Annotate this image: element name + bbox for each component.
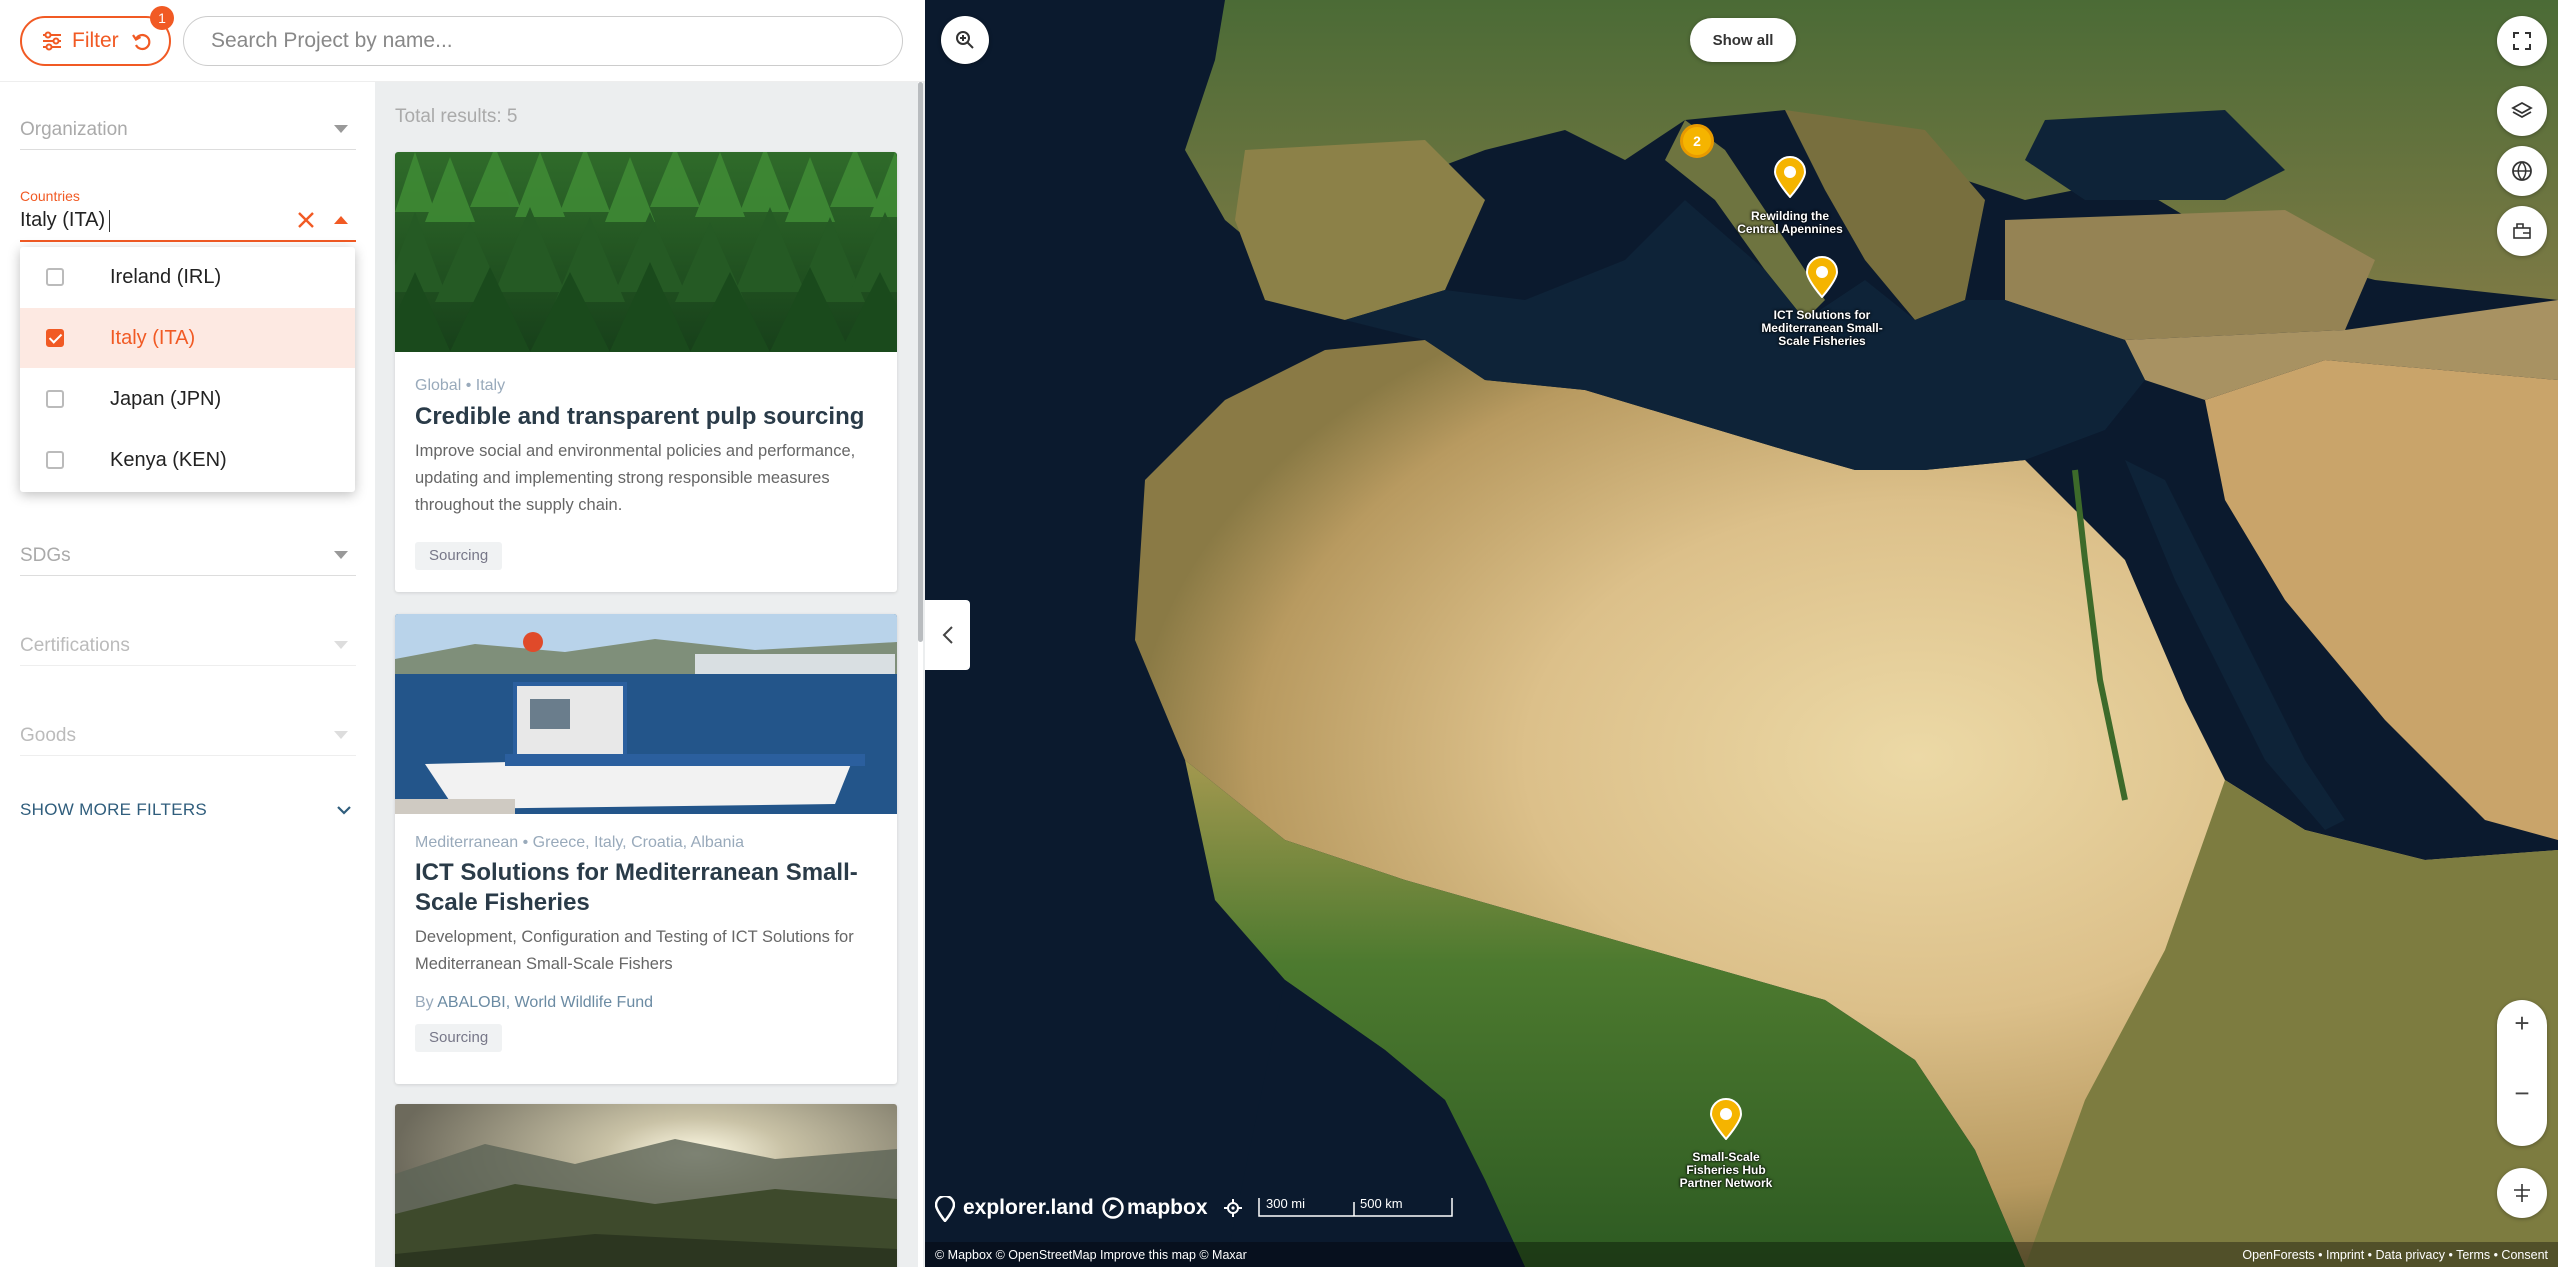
option-label: Kenya (KEN) [110,448,227,471]
chevron-left-icon [942,626,953,644]
checkbox[interactable] [46,268,64,286]
dropdown-option[interactable]: Japan (JPN) [20,369,355,429]
explorer-land-brand[interactable]: explorer.land [963,1196,1094,1220]
satellite-basemap [925,0,2558,1267]
project-image [395,152,897,352]
project-image [395,1104,897,1267]
project-card[interactable] [395,1104,897,1267]
filter-panel: Organization Countries Italy (ITA) Irela… [0,0,375,1267]
show-more-label: SHOW MORE FILTERS [20,800,208,819]
map-scale: 300 mi 500 km [1258,1196,1453,1220]
chevron-down-icon [334,641,348,649]
map-pin-icon[interactable] [1805,256,1839,298]
organization-label: Organization [20,119,128,140]
option-label: Italy (ITA) [110,326,196,349]
globe-icon [2512,161,2532,182]
scale-km: 500 km [1360,1196,1403,1211]
map-pin-icon[interactable] [1773,156,1807,198]
certifications-filter[interactable]: Certifications [20,626,356,666]
zoom-controls: + − [2497,1000,2547,1146]
sdgs-filter[interactable]: SDGs [20,536,356,576]
project-description: Development, Configuration and Testing o… [415,928,854,973]
layers-button[interactable] [2497,86,2547,136]
chevron-up-icon[interactable] [334,216,348,224]
zoom-to-results-button[interactable] [941,16,989,64]
sliders-icon [43,31,61,51]
project-tag: Sourcing [415,1024,503,1052]
explorer-land-logo-icon [935,1196,955,1222]
scale-miles: 300 mi [1266,1196,1306,1211]
locate-icon[interactable] [1224,1199,1242,1217]
terrain-button[interactable] [2497,206,2547,256]
map-cluster-marker[interactable]: 2 [1680,124,1714,158]
dropdown-option[interactable]: Kenya (KEN) [20,430,355,490]
checkbox[interactable] [46,329,64,347]
collapse-panel-button[interactable] [925,600,970,670]
countries-label: Countries [20,188,80,204]
north-arrow-button[interactable] [2497,1168,2547,1218]
total-results: Total results: 5 [395,106,518,127]
pin-label: ICT Solutions for Mediterranean Small-Sc… [1761,308,1883,348]
filter-count-badge: 1 [150,6,174,30]
goods-label: Goods [20,725,76,746]
project-card[interactable]: Global • Italy Credible and transparent … [395,152,897,592]
zoom-in-button[interactable]: + [2497,1008,2547,1039]
map-view-icon [2513,223,2531,239]
countries-filter[interactable]: Countries Italy (ITA) [20,182,356,242]
filter-label: Filter [72,29,119,52]
dropdown-option[interactable]: Ireland (IRL) [20,247,355,307]
clear-icon[interactable] [296,210,316,230]
top-bar: Filter 1 [0,0,925,82]
countries-value[interactable]: Italy (ITA) [20,209,111,232]
map-attribution: © Mapbox © OpenStreetMap Improve this ma… [925,1242,2558,1267]
project-meta: Global • Italy [415,377,506,394]
by-prefix: By [415,994,434,1011]
chevron-down-icon [334,731,348,739]
show-all-button[interactable]: Show all [1690,18,1796,62]
layers-icon [2511,101,2533,119]
goods-filter[interactable]: Goods [20,716,356,756]
dropdown-option[interactable]: Italy (ITA) [20,308,355,368]
project-description: Improve social and environmental policie… [415,442,856,514]
project-tag: Sourcing [415,542,503,570]
project-title[interactable]: ICT Solutions for Mediterranean Small-Sc… [415,858,885,918]
project-meta: Mediterranean • Greece, Italy, Croatia, … [415,834,745,851]
map[interactable]: Show all 2 Rewilding the Central Apennin… [925,0,2558,1267]
project-organizations: By ABALOBI, World Wildlife Fund [415,994,653,1012]
results-list: Total results: 5 Global • Italy Credible… [375,82,925,1267]
checkbox[interactable] [46,390,64,408]
attribution-left[interactable]: © Mapbox © OpenStreetMap Improve this ma… [935,1248,1247,1262]
fullscreen-icon [2513,32,2531,50]
results-scrollbar[interactable] [918,82,923,1267]
mapbox-brand[interactable]: mapbox [1127,1196,1208,1220]
chevron-down-icon [334,125,348,133]
pin-label: Small-Scale Fisheries Hub Partner Networ… [1679,1150,1773,1190]
sdgs-label: SDGs [20,545,71,566]
project-title[interactable]: Credible and transparent pulp sourcing [415,402,885,432]
filter-button[interactable]: Filter [20,16,171,66]
map-pin-icon[interactable] [1709,1098,1743,1140]
attribution-right[interactable]: OpenForests • Imprint • Data privacy • T… [2242,1248,2548,1262]
compass-icon [2514,1184,2530,1202]
reset-icon[interactable] [131,31,153,53]
option-label: Japan (JPN) [110,387,222,410]
mapbox-logo-icon [1102,1197,1124,1219]
checkbox[interactable] [46,451,64,469]
zoom-out-button[interactable]: − [2497,1078,2547,1109]
chevron-down-icon [334,551,348,559]
chevron-down-icon [337,806,351,815]
project-search-input[interactable] [183,16,903,66]
project-card[interactable]: Mediterranean • Greece, Italy, Croatia, … [395,614,897,1084]
certifications-label: Certifications [20,635,130,656]
project-image [395,614,897,814]
countries-dropdown: Ireland (IRL) Italy (ITA) Japan (JPN) Ke… [20,247,355,492]
organization-links[interactable]: ABALOBI, World Wildlife Fund [437,994,653,1011]
globe-button[interactable] [2497,146,2547,196]
option-label: Ireland (IRL) [110,265,222,288]
zoom-search-icon [956,31,974,49]
fullscreen-button[interactable] [2497,16,2547,66]
show-more-filters[interactable]: SHOW MORE FILTERS [20,800,356,822]
organization-filter[interactable]: Organization [20,110,356,150]
pin-label: Rewilding the Central Apennines [1737,209,1843,236]
